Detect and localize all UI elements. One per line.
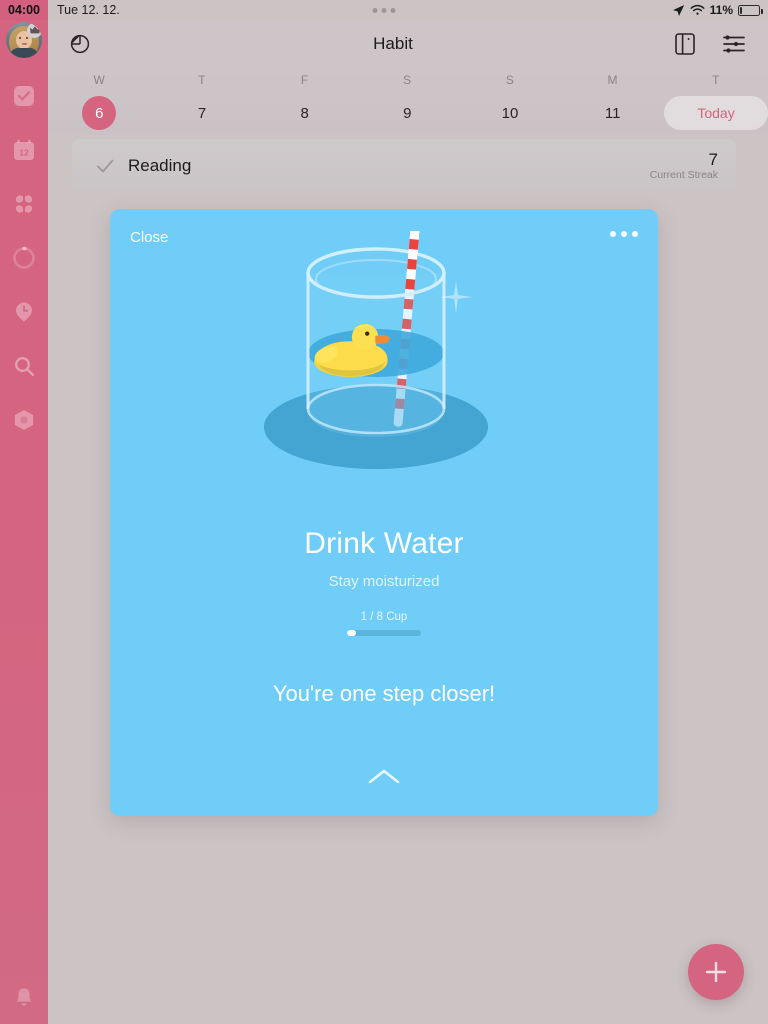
day-column[interactable]: F 8 xyxy=(253,68,356,130)
habit-name: Reading xyxy=(128,156,192,175)
water-glass-illustration xyxy=(264,231,488,469)
header-actions xyxy=(674,32,768,56)
collapse-chevron-up-icon[interactable] xyxy=(110,767,658,787)
avatar[interactable] xyxy=(6,22,42,58)
avatar-eye-right xyxy=(26,37,28,39)
battery-percent: 11% xyxy=(709,3,733,17)
day-number[interactable]: 6 xyxy=(82,96,117,130)
day-of-week: M xyxy=(607,73,618,87)
notifications-bell-icon[interactable] xyxy=(0,986,48,1010)
location-arrow-icon xyxy=(672,4,684,16)
sidebar-item-hexagon[interactable] xyxy=(8,404,40,436)
sidebar-item-grid[interactable] xyxy=(8,188,40,220)
progress-bar[interactable] xyxy=(347,630,421,636)
today-column[interactable]: T Today xyxy=(664,68,768,130)
day-of-week: T xyxy=(712,73,720,87)
day-number[interactable]: 10 xyxy=(493,96,527,130)
encouragement-message: You're one step closer! xyxy=(272,681,496,706)
sidebar-layout-icon[interactable] xyxy=(674,32,696,56)
svg-text:12: 12 xyxy=(19,147,29,157)
crown-badge-icon xyxy=(27,23,42,38)
page-title: Habit xyxy=(373,34,413,53)
day-of-week: T xyxy=(198,73,206,87)
day-of-week: S xyxy=(403,73,412,87)
streak-value: 7 xyxy=(708,149,718,169)
sidebar-nav: 12 xyxy=(0,80,48,436)
day-column[interactable]: S 9 xyxy=(356,68,459,130)
card-title: Drink Water xyxy=(304,527,464,560)
today-button[interactable]: Today xyxy=(664,96,768,130)
day-number[interactable]: 11 xyxy=(596,96,630,130)
day-of-week: F xyxy=(300,73,309,87)
day-of-week: S xyxy=(505,73,515,87)
sidebar-item-search[interactable] xyxy=(8,350,40,382)
battery-icon xyxy=(738,4,763,16)
status-bar: 04:00 Tue 12. 12. 11% xyxy=(0,0,768,20)
day-of-week: W xyxy=(93,73,106,87)
add-habit-button[interactable] xyxy=(688,944,744,1000)
date-strip: W 6 T 7 F 8 S 9 S 10 M 11 T Today xyxy=(48,68,768,134)
sidebar-item-calendar[interactable]: 12 xyxy=(8,134,40,166)
avatar-body xyxy=(10,48,38,58)
day-column[interactable]: W 6 xyxy=(48,68,151,130)
sidebar-item-timer[interactable] xyxy=(8,296,40,328)
plus-icon xyxy=(705,961,727,983)
stats-button[interactable] xyxy=(48,33,112,55)
card-subtitle: Stay moisturized xyxy=(328,573,440,590)
streak-group: 7 Current Streak xyxy=(649,149,718,182)
avatar-eye-left xyxy=(19,37,21,39)
wifi-icon xyxy=(690,4,705,15)
app-root: 12 04:00 Tue 12. 12. 11% Habit W 6 T 7 F… xyxy=(0,0,768,1024)
day-column[interactable]: M 11 xyxy=(561,68,664,130)
streak-label: Current Streak xyxy=(649,169,718,182)
status-right-group: 11% xyxy=(672,3,763,17)
habit-detail-card: Close Drink Water Stay moisturized 1 / 8… xyxy=(110,209,658,816)
progress-label: 1 / 8 Cup xyxy=(360,611,408,623)
status-center-dots-icon xyxy=(372,7,396,13)
filter-sliders-icon[interactable] xyxy=(722,33,746,55)
left-sidebar: 12 xyxy=(0,0,48,1024)
day-number[interactable]: 7 xyxy=(185,96,219,130)
progress-bar-fill xyxy=(347,630,356,636)
day-column[interactable]: S 10 xyxy=(459,68,562,130)
day-column[interactable]: T 7 xyxy=(151,68,254,130)
day-number[interactable]: 9 xyxy=(390,96,424,130)
status-date: Tue 12. 12. xyxy=(57,3,120,17)
sidebar-item-progress[interactable] xyxy=(8,242,40,274)
app-header: Habit xyxy=(48,20,768,68)
habit-row[interactable]: Reading 7 Current Streak xyxy=(72,139,736,193)
status-time: 04:00 xyxy=(0,0,48,20)
sidebar-item-tasks[interactable] xyxy=(8,80,40,112)
pie-chart-icon xyxy=(69,33,91,55)
check-icon[interactable] xyxy=(94,155,116,177)
day-number[interactable]: 8 xyxy=(288,96,322,130)
